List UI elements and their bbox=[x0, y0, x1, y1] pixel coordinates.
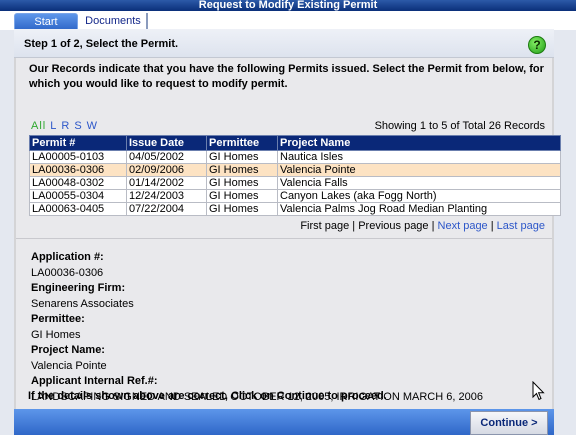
cell-permittee: GI Homes bbox=[206, 202, 278, 216]
main-panel: Step 1 of 2, Select the Permit. ? Our Re… bbox=[14, 29, 561, 409]
cell-project-name: Valencia Falls bbox=[277, 176, 561, 190]
cell-issue-date: 02/09/2006 bbox=[126, 163, 207, 177]
cell-permittee: GI Homes bbox=[206, 150, 278, 164]
cell-permittee: GI Homes bbox=[206, 163, 278, 177]
column-header-issue-date[interactable]: Issue Date bbox=[126, 135, 207, 151]
filter-s[interactable]: S bbox=[74, 120, 82, 132]
engineering-firm-label: Engineering Firm: bbox=[31, 282, 126, 294]
cell-issue-date: 01/14/2002 bbox=[126, 176, 207, 190]
cell-permit: LA00036-0306 bbox=[29, 163, 127, 177]
cell-permit: LA00048-0302 bbox=[29, 176, 127, 190]
cell-issue-date: 07/22/2004 bbox=[126, 202, 207, 216]
column-header-project-name[interactable]: Project Name bbox=[277, 135, 561, 151]
record-count: Showing 1 to 5 of Total 26 Records bbox=[374, 120, 545, 132]
divider bbox=[16, 238, 552, 239]
application-label: Application #: bbox=[31, 251, 104, 263]
tab-start[interactable]: Start bbox=[14, 13, 78, 30]
footer-bar: Continue > bbox=[14, 409, 554, 435]
cell-issue-date: 12/24/2003 bbox=[126, 189, 207, 203]
permittee-label: Permittee: bbox=[31, 313, 85, 325]
continue-button[interactable]: Continue > bbox=[470, 411, 548, 435]
tab-strip: Start Documents bbox=[0, 11, 576, 30]
project-name-value: Valencia Pointe bbox=[31, 359, 107, 372]
filter-r[interactable]: R bbox=[61, 120, 70, 132]
confirm-text: If the details shown above are correct, … bbox=[28, 390, 387, 402]
first-page-link: First page bbox=[300, 220, 350, 232]
table-row[interactable]: LA00005-0103 04/05/2002 GI Homes Nautica… bbox=[29, 150, 561, 164]
column-header-permit[interactable]: Permit # bbox=[29, 135, 127, 151]
mouse-pointer-icon bbox=[532, 380, 546, 404]
table-row[interactable]: LA00048-0302 01/14/2002 GI Homes Valenci… bbox=[29, 176, 561, 190]
cell-permit: LA00063-0405 bbox=[29, 202, 127, 216]
step-title: Step 1 of 2, Select the Permit. bbox=[24, 38, 179, 50]
help-icon[interactable]: ? bbox=[528, 36, 546, 54]
column-header-permittee[interactable]: Permittee bbox=[206, 135, 278, 151]
application-value: LA00036-0306 bbox=[31, 266, 104, 279]
content-area: Our Records indicate that you have the f… bbox=[16, 58, 561, 409]
table-header-row: Permit # Issue Date Permittee Project Na… bbox=[29, 135, 561, 151]
cell-issue-date: 04/05/2002 bbox=[126, 150, 207, 164]
window-title: Request to Modify Existing Permit bbox=[0, 0, 576, 11]
tab-documents[interactable]: Documents bbox=[80, 13, 148, 29]
cell-project-name: Valencia Palms Jog Road Median Planting bbox=[277, 202, 561, 216]
cell-project-name: Canyon Lakes (aka Fogg North) bbox=[277, 189, 561, 203]
letter-filter: All L R S W bbox=[31, 120, 102, 132]
table-row[interactable]: LA00063-0405 07/22/2004 GI Homes Valenci… bbox=[29, 202, 561, 216]
filter-all[interactable]: All bbox=[31, 120, 46, 132]
intro-text: Our Records indicate that you have the f… bbox=[29, 63, 544, 90]
permittee-value: GI Homes bbox=[31, 328, 81, 341]
table-row[interactable]: LA00055-0304 12/24/2003 GI Homes Canyon … bbox=[29, 189, 561, 203]
next-page-link[interactable]: Next page bbox=[438, 220, 488, 232]
table-row-selected[interactable]: LA00036-0306 02/09/2006 GI Homes Valenci… bbox=[29, 163, 561, 177]
previous-page-link: Previous page bbox=[358, 220, 429, 232]
cell-permit: LA00055-0304 bbox=[29, 189, 127, 203]
filter-l[interactable]: L bbox=[50, 120, 57, 132]
filter-w[interactable]: W bbox=[87, 120, 98, 132]
last-page-link[interactable]: Last page bbox=[497, 220, 545, 232]
cell-permit: LA00005-0103 bbox=[29, 150, 127, 164]
pager: First page | Previous page | Next page |… bbox=[300, 220, 545, 232]
permit-details: Application #: LA00036-0306 Engineering … bbox=[31, 250, 483, 405]
step-header: Step 1 of 2, Select the Permit. ? bbox=[14, 29, 554, 58]
cell-project-name: Valencia Pointe bbox=[277, 163, 561, 177]
project-name-label: Project Name: bbox=[31, 344, 105, 356]
cell-project-name: Nautica Isles bbox=[277, 150, 561, 164]
engineering-firm-value: Senarens Associates bbox=[31, 297, 134, 310]
cell-permittee: GI Homes bbox=[206, 176, 278, 190]
permits-table: Permit # Issue Date Permittee Project Na… bbox=[29, 135, 561, 216]
cell-permittee: GI Homes bbox=[206, 189, 278, 203]
internal-ref-label: Applicant Internal Ref.#: bbox=[31, 375, 158, 387]
